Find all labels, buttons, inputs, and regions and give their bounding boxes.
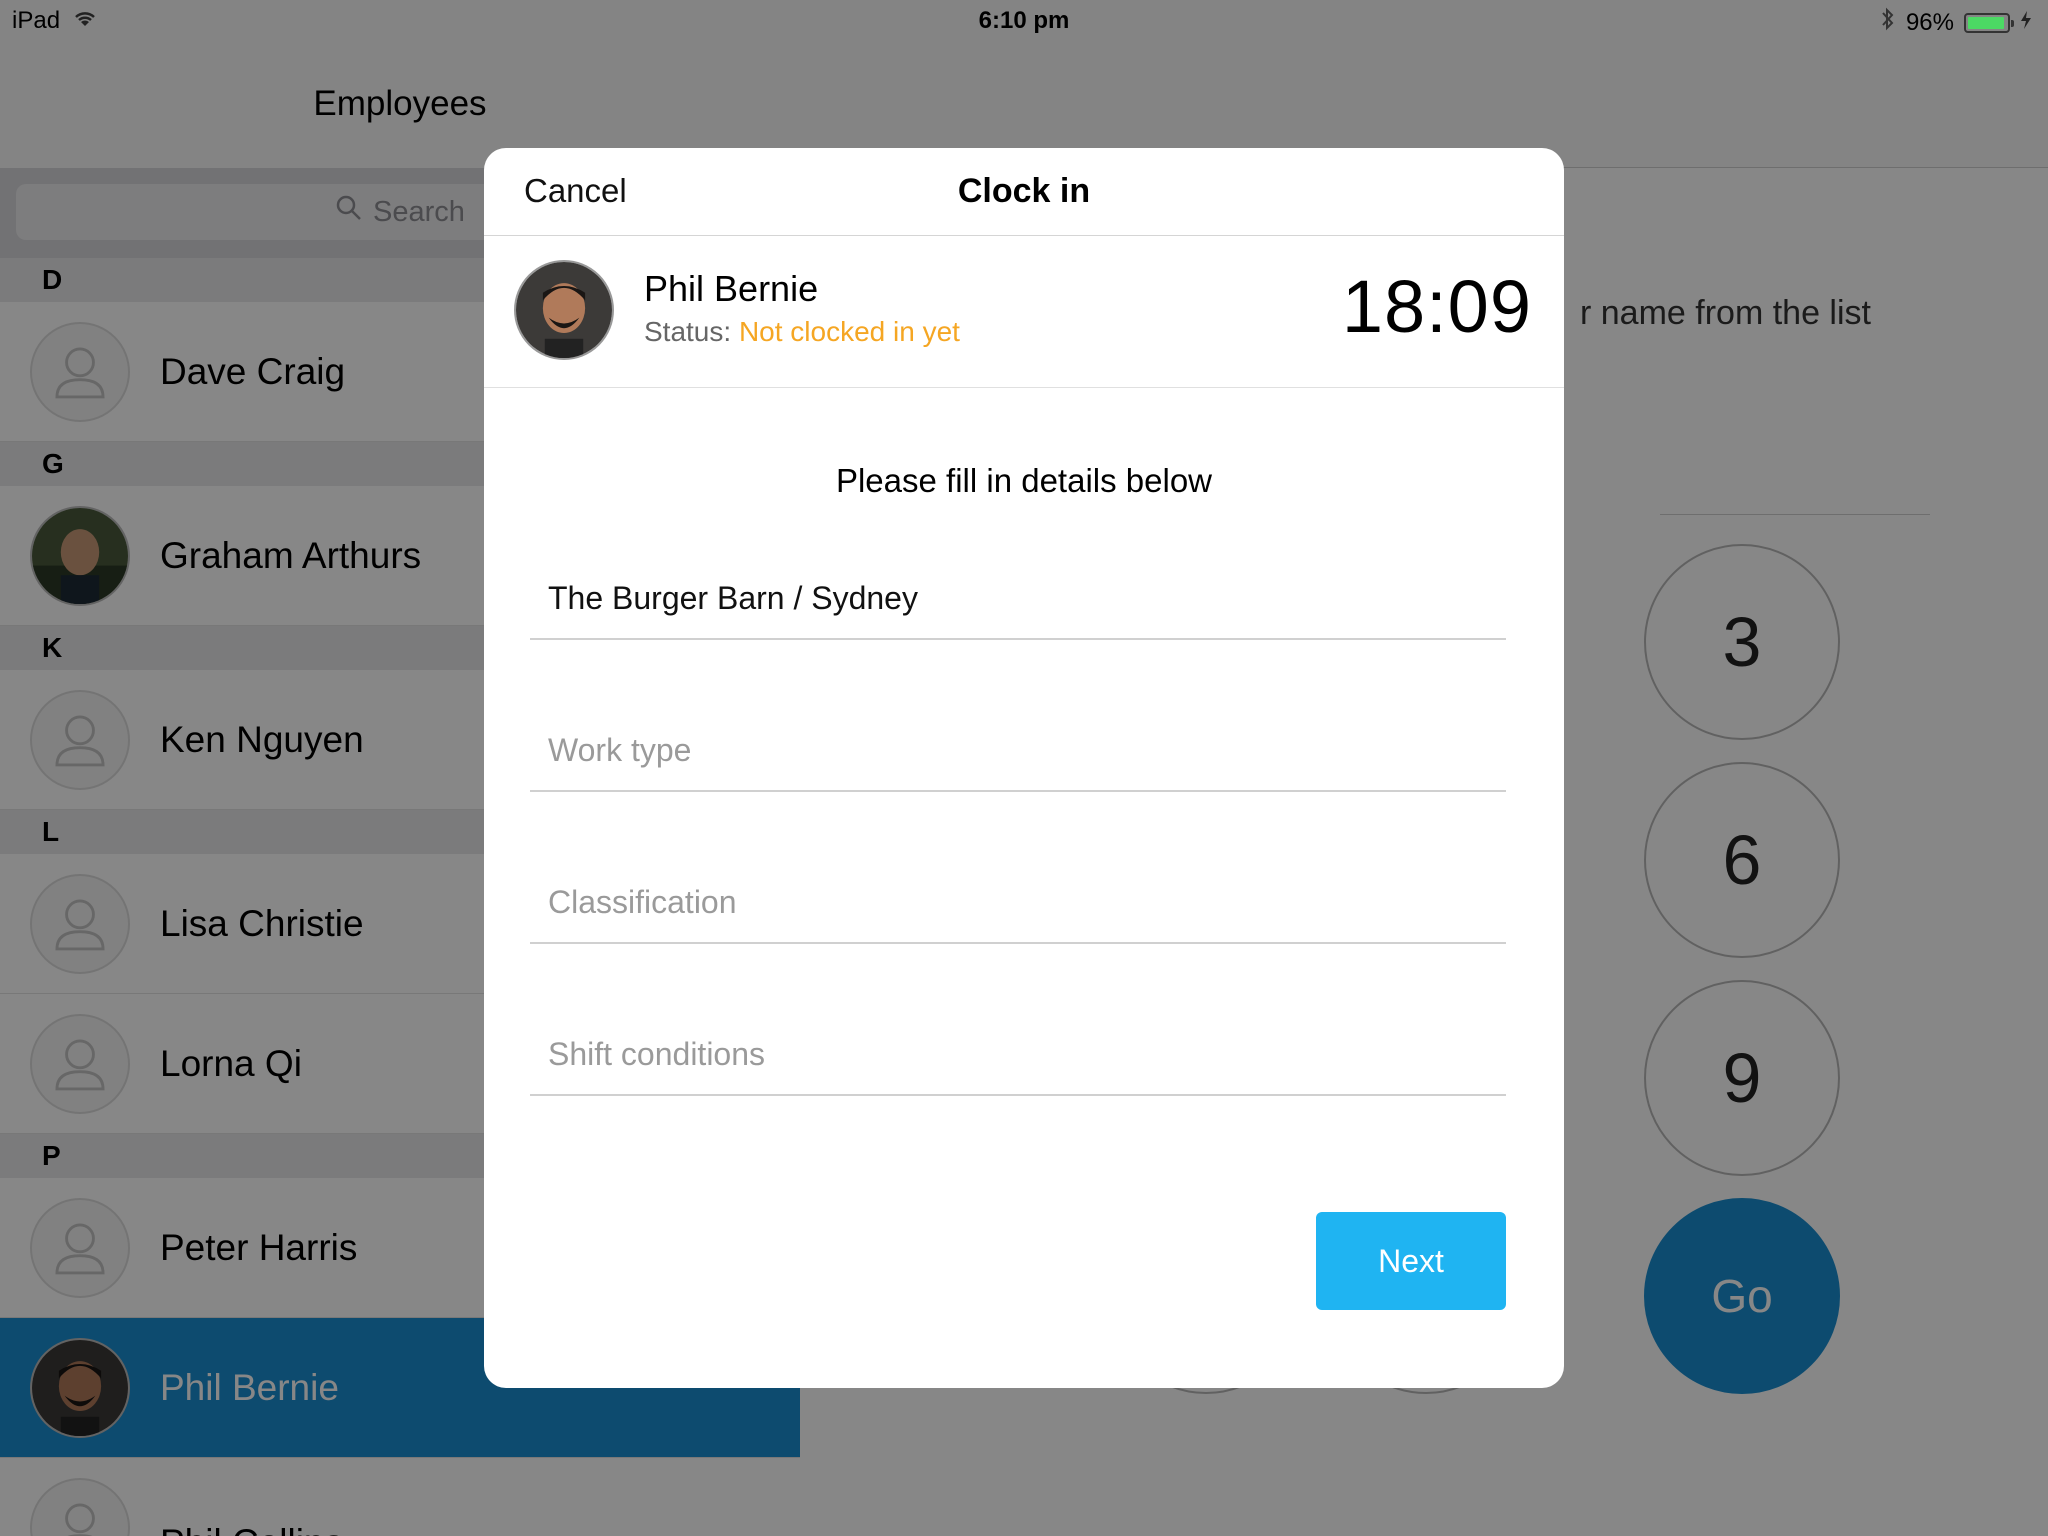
classification-input[interactable] [548, 876, 1488, 928]
cancel-button[interactable]: Cancel [524, 172, 627, 210]
battery-icon [1964, 12, 2014, 33]
status-label: Status: [644, 316, 732, 347]
shift-conditions-input[interactable] [548, 1028, 1488, 1080]
clock-in-modal: Cancel Clock in Phil Bernie Status: Not … [484, 148, 1564, 1388]
location-input[interactable] [548, 572, 1488, 624]
charging-icon [2020, 9, 2032, 37]
modal-title: Clock in [957, 172, 1091, 210]
status-bar: iPad 6:10 pm 96% [0, 0, 2048, 40]
location-field [530, 560, 1506, 640]
form-instruction: Please fill in details below [835, 462, 1213, 499]
work-type-input[interactable] [548, 724, 1488, 776]
employee-summary: Phil Bernie Status: Not clocked in yet 1… [484, 236, 1564, 388]
employee-status: Status: Not clocked in yet [644, 316, 960, 348]
bluetooth-icon [1880, 7, 1896, 38]
employee-name: Phil Bernie [644, 268, 819, 309]
modal-header: Cancel Clock in [484, 148, 1564, 236]
status-value: Not clocked in yet [738, 316, 960, 347]
work-type-field [530, 712, 1506, 792]
battery-percent: 96% [1905, 8, 1954, 36]
classification-field [530, 864, 1506, 944]
avatar-photo [514, 260, 614, 360]
current-time: 18:09 [1341, 265, 1532, 348]
status-time: 6:10 pm [978, 7, 1070, 34]
shift-conditions-field [530, 1016, 1506, 1096]
next-button[interactable]: Next [1316, 1212, 1506, 1310]
